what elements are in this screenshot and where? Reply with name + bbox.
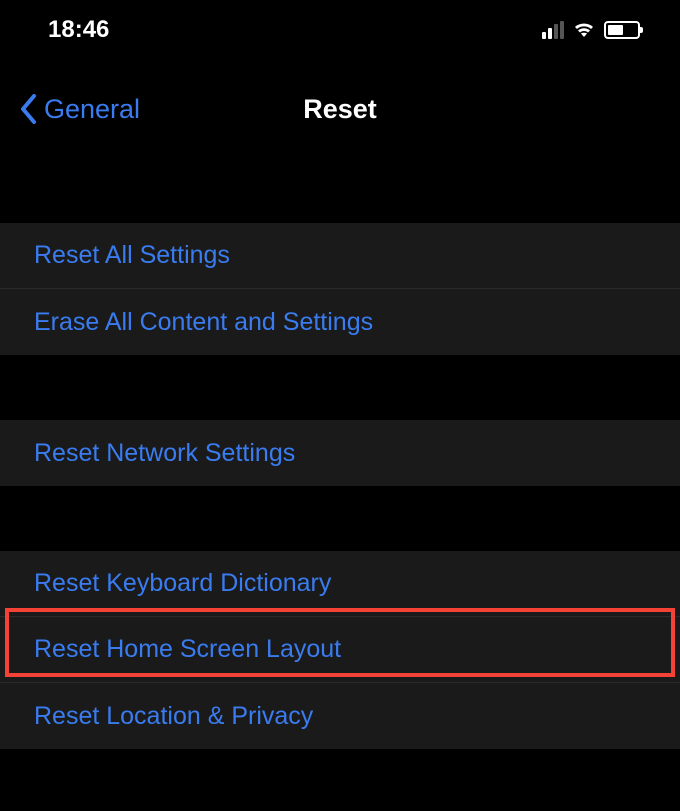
erase-all-content-item[interactable]: Erase All Content and Settings: [0, 289, 680, 355]
reset-network-settings-item[interactable]: Reset Network Settings: [0, 420, 680, 486]
reset-all-settings-item[interactable]: Reset All Settings: [0, 223, 680, 289]
list-item-label: Reset Keyboard Dictionary: [34, 569, 331, 598]
cellular-signal-icon: [542, 21, 564, 39]
wifi-icon: [572, 21, 596, 39]
chevron-back-icon: [20, 94, 38, 124]
group-separator: [0, 158, 680, 223]
status-bar: 18:46: [0, 0, 680, 60]
list-item-label: Reset Network Settings: [34, 439, 295, 468]
reset-keyboard-dictionary-item[interactable]: Reset Keyboard Dictionary: [0, 551, 680, 617]
page-title: Reset: [303, 94, 377, 125]
settings-group: Reset Keyboard Dictionary Reset Home Scr…: [0, 551, 680, 749]
reset-home-screen-layout-item[interactable]: Reset Home Screen Layout: [0, 617, 680, 683]
list-item-label: Reset Location & Privacy: [34, 702, 313, 731]
list-item-label: Reset Home Screen Layout: [34, 635, 341, 664]
battery-icon: [604, 21, 640, 39]
back-label: General: [44, 94, 140, 125]
settings-group: Reset Network Settings: [0, 420, 680, 486]
group-separator: [0, 355, 680, 420]
group-separator: [0, 486, 680, 551]
list-item-label: Reset All Settings: [34, 241, 230, 270]
status-icons: [542, 21, 640, 39]
status-time: 18:46: [48, 16, 109, 44]
back-button[interactable]: General: [20, 94, 140, 125]
settings-group: Reset All Settings Erase All Content and…: [0, 223, 680, 355]
reset-location-privacy-item[interactable]: Reset Location & Privacy: [0, 683, 680, 749]
list-item-label: Erase All Content and Settings: [34, 308, 373, 337]
navigation-bar: General Reset: [0, 60, 680, 158]
